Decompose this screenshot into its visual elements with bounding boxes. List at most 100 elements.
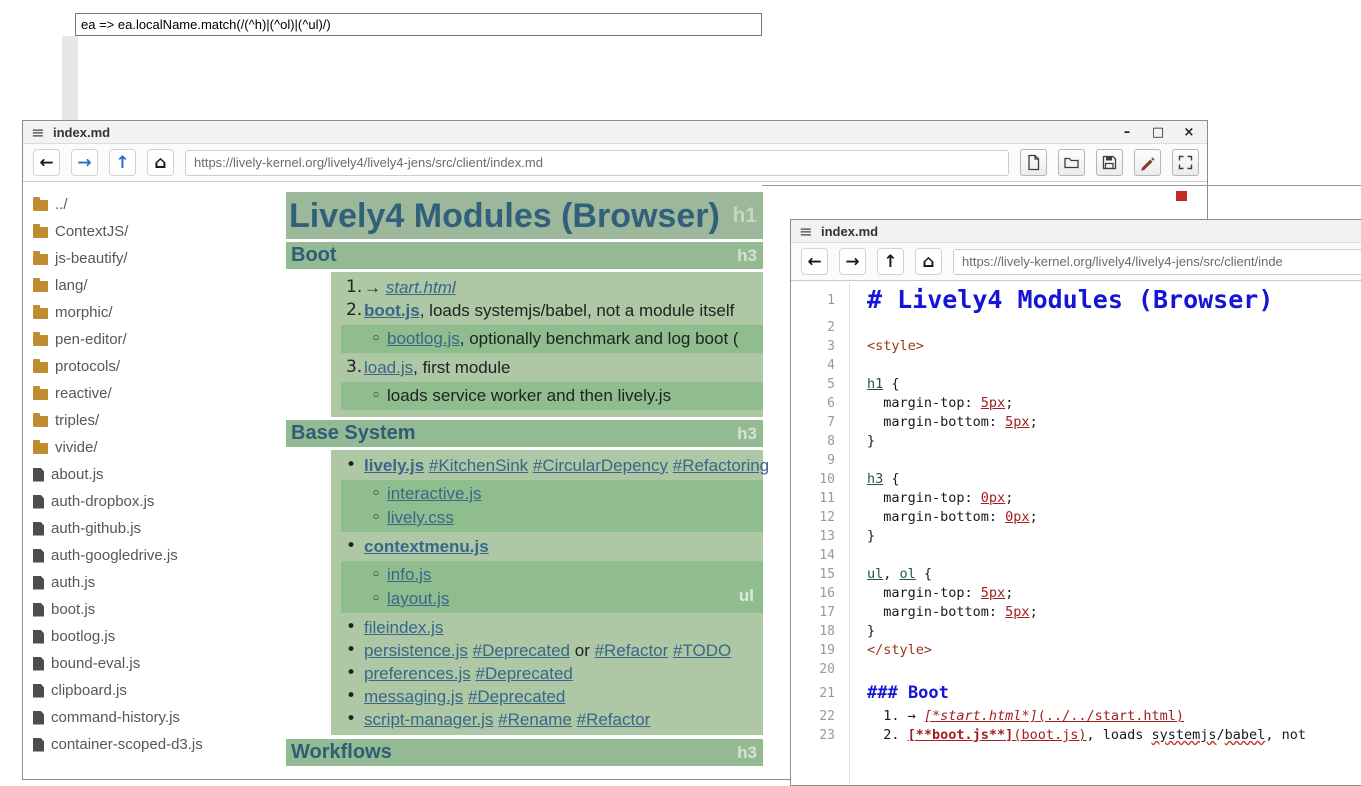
doc-link[interactable]: #Rename (498, 710, 572, 729)
file-type-icon (33, 576, 44, 590)
doc-link[interactable]: #CircularDepency (533, 456, 668, 475)
file-item[interactable]: pen-editor/ (23, 326, 286, 353)
back-button[interactable]: ← (33, 149, 60, 176)
doc-link[interactable]: #Deprecated (473, 641, 570, 660)
section-heading: Workflows (286, 741, 392, 764)
doc-link[interactable]: [**boot.js**] (908, 727, 1014, 743)
text-token: { (883, 471, 899, 487)
fullscreen-icon (1177, 154, 1194, 171)
doc-link[interactable]: preferences.js (364, 664, 471, 683)
up-button[interactable]: ↑ (877, 248, 904, 275)
forward-button[interactable]: → (71, 149, 98, 176)
close-button[interactable]: × (1181, 125, 1197, 140)
doc-link[interactable]: bootlog.js (387, 329, 460, 348)
code-line: 19 </style> (791, 641, 1361, 660)
open-folder-button[interactable] (1058, 149, 1085, 176)
file-item[interactable]: auth-dropbox.js (23, 488, 286, 515)
edit-button[interactable] (1134, 149, 1161, 176)
doc-link[interactable]: #Refactor (577, 710, 651, 729)
save-icon (1101, 154, 1118, 171)
doc-link[interactable]: lively.js (364, 456, 424, 475)
new-file-button[interactable] (1020, 149, 1047, 176)
code-editor[interactable]: 1 # Lively4 Modules (Browser) 2 3 <style… (791, 282, 1361, 785)
file-item[interactable]: protocols/ (23, 353, 286, 380)
list-item: ◦ interactive.js (341, 482, 763, 506)
file-item[interactable]: ContextJS/ (23, 218, 286, 245)
doc-link[interactable]: [*start.html*] (924, 708, 1038, 724)
file-item[interactable]: auth-googledrive.js (23, 542, 286, 569)
doc-link[interactable]: persistence.js (364, 641, 468, 660)
doc-link[interactable]: #Deprecated (476, 664, 573, 683)
text-token: ; (1030, 414, 1038, 430)
doc-link[interactable]: #Deprecated (468, 687, 565, 706)
file-item[interactable]: about.js (23, 461, 286, 488)
text-token: loads service worker and then lively.js (387, 386, 671, 405)
doc-link[interactable]: messaging.js (364, 687, 463, 706)
doc-link[interactable]: #Refactoring (673, 456, 769, 475)
minimize-button[interactable]: – (1119, 125, 1135, 140)
doc-link[interactable]: #TODO (673, 641, 731, 660)
doc-link[interactable]: load.js (364, 358, 413, 377)
file-item[interactable]: command-history.js (23, 704, 286, 731)
file-item[interactable]: auth.js (23, 569, 286, 596)
doc-link[interactable]: fileindex.js (364, 618, 443, 637)
doc-link[interactable]: #KitchenSink (429, 456, 528, 475)
file-item[interactable]: js-beautify/ (23, 245, 286, 272)
list-item-text: fileindex.js (364, 616, 443, 639)
text-token: (../../start.html) (1038, 708, 1184, 724)
up-button[interactable]: ↑ (109, 149, 136, 176)
file-type-icon (33, 389, 48, 400)
file-item[interactable]: ../ (23, 191, 286, 218)
line-number: 10 (791, 470, 835, 489)
left-window-titlebar[interactable]: ≡ index.md – □ × (23, 121, 1207, 144)
back-button[interactable]: ← (801, 248, 828, 275)
list-item-text: layout.js (387, 587, 449, 611)
text-token: 1. → (867, 708, 924, 724)
url-input[interactable] (953, 249, 1361, 275)
doc-link[interactable]: #Refactor (595, 641, 669, 660)
text-token: (boot.js) (1013, 727, 1086, 743)
file-item[interactable]: boot.js (23, 596, 286, 623)
text-token: h1 (867, 376, 883, 392)
file-item[interactable]: clipboard.js (23, 677, 286, 704)
fullscreen-button[interactable] (1172, 149, 1199, 176)
file-name: morphic/ (55, 304, 113, 321)
file-item[interactable]: morphic/ (23, 299, 286, 326)
forward-button[interactable]: → (839, 248, 866, 275)
file-type-icon (33, 468, 44, 482)
file-item[interactable]: bound-eval.js (23, 650, 286, 677)
file-type-icon (33, 630, 44, 644)
home-button[interactable]: ⌂ (147, 149, 174, 176)
file-type-icon (33, 711, 44, 725)
doc-link[interactable]: interactive.js (387, 484, 481, 503)
file-item[interactable]: triples/ (23, 407, 286, 434)
file-name: clipboard.js (51, 682, 127, 699)
maximize-button[interactable]: □ (1150, 125, 1166, 140)
window-menu-icon[interactable]: ≡ (23, 123, 53, 142)
file-item[interactable]: bootlog.js (23, 623, 286, 650)
window-menu-icon[interactable]: ≡ (791, 222, 821, 241)
text-token: margin-top: (867, 490, 981, 506)
doc-link[interactable]: boot.js (364, 301, 420, 320)
code-line: 23 2. [**boot.js**](boot.js), loads syst… (791, 726, 1361, 745)
file-item[interactable]: reactive/ (23, 380, 286, 407)
code-text: } (791, 527, 1361, 546)
doc-link[interactable]: contextmenu.js (364, 537, 489, 556)
text-token: } (867, 623, 875, 639)
file-item[interactable]: container-scoped-d3.js (23, 731, 286, 758)
doc-link[interactable]: script-manager.js (364, 710, 493, 729)
doc-link[interactable]: layout.js (387, 589, 449, 608)
doc-link[interactable]: info.js (387, 565, 431, 584)
right-window-titlebar[interactable]: ≡ index.md (791, 220, 1361, 243)
file-name: bootlog.js (51, 628, 115, 645)
doc-link[interactable]: start.html (386, 278, 456, 297)
code-text: margin-bottom: 5px; (791, 603, 1361, 622)
save-button[interactable] (1096, 149, 1123, 176)
file-item[interactable]: vivide/ (23, 434, 286, 461)
file-item[interactable]: lang/ (23, 272, 286, 299)
url-input[interactable] (185, 150, 1009, 176)
home-button[interactable]: ⌂ (915, 248, 942, 275)
file-item[interactable]: auth-github.js (23, 515, 286, 542)
element-filter-input[interactable] (75, 13, 762, 36)
doc-link[interactable]: lively.css (387, 508, 454, 527)
